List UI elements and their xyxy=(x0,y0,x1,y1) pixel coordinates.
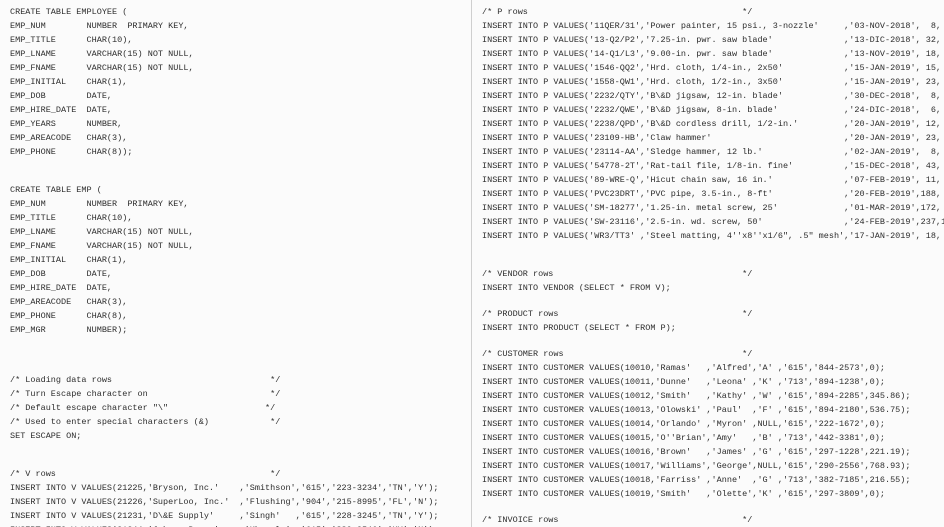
right-line: INSERT INTO P VALUES('SW-23116','2.5-in.… xyxy=(482,216,934,228)
right-column: /* P rows */ INSERT INTO P VALUES('11QER/… xyxy=(472,0,944,527)
right-line: INSERT INTO CUSTOMER VALUES(10015,'O''Br… xyxy=(482,432,934,444)
left-line: EMP_INITIAL CHAR(1), xyxy=(10,254,461,266)
left-line: EMP_NUM NUMBER PRIMARY KEY, xyxy=(10,198,461,210)
left-line: EMP_AREACODE CHAR(3), xyxy=(10,132,461,144)
right-line: INSERT INTO CUSTOMER VALUES(10017,'Willi… xyxy=(482,460,934,472)
right-line: INSERT INTO P VALUES('23114-AA','Sledge … xyxy=(482,146,934,158)
left-line xyxy=(10,172,461,184)
right-line: INSERT INTO PRODUCT (SELECT * FROM P); xyxy=(482,322,934,334)
left-line: /* Turn Escape character on */ xyxy=(10,388,461,400)
right-line: /* INVOICE rows */ xyxy=(482,514,934,526)
right-line: INSERT INTO CUSTOMER VALUES(10011,'Dunne… xyxy=(482,376,934,388)
right-line: INSERT INTO CUSTOMER VALUES(10013,'Olows… xyxy=(482,404,934,416)
right-line: INSERT INTO P VALUES('2232/QTY','B\&D ji… xyxy=(482,90,934,102)
left-line: EMP_LNAME VARCHAR(15) NOT NULL, xyxy=(10,48,461,60)
left-line: EMP_PHONE CHAR(8), xyxy=(10,310,461,322)
right-line: INSERT INTO CUSTOMER VALUES(10010,'Ramas… xyxy=(482,362,934,374)
right-line: INSERT INTO VENDOR (SELECT * FROM V); xyxy=(482,282,934,294)
left-line: EMP_AREACODE CHAR(3), xyxy=(10,296,461,308)
right-line: /* PRODUCT rows */ xyxy=(482,308,934,320)
left-line: SET ESCAPE ON; xyxy=(10,430,461,442)
right-line: INSERT INTO P VALUES('11QER/31','Power p… xyxy=(482,20,934,32)
right-line: INSERT INTO P VALUES('54778-2T','Rat-tai… xyxy=(482,160,934,172)
left-line: CREATE TABLE EMPLOYEE ( xyxy=(10,6,461,18)
left-line xyxy=(10,160,461,172)
right-line xyxy=(482,244,934,256)
right-line: INSERT INTO P VALUES('WR3/TT3' ,'Steel m… xyxy=(482,230,934,242)
right-line: INSERT INTO P VALUES('23109-HB','Claw ha… xyxy=(482,132,934,144)
left-line: EMP_TITLE CHAR(10), xyxy=(10,34,461,46)
left-line: /* V rows */ xyxy=(10,468,461,480)
left-line: /* Used to enter special characters (&) … xyxy=(10,416,461,428)
right-line: INSERT INTO P VALUES('2232/QWE','B\&D ji… xyxy=(482,104,934,116)
left-line: /* Default escape character "\" */ xyxy=(10,402,461,414)
left-line: EMP_LNAME VARCHAR(15) NOT NULL, xyxy=(10,226,461,238)
left-line: EMP_MGR NUMBER); xyxy=(10,324,461,336)
left-line: EMP_INITIAL CHAR(1), xyxy=(10,76,461,88)
left-line: /* Loading data rows */ xyxy=(10,374,461,386)
right-line xyxy=(482,296,934,308)
left-line: EMP_YEARS NUMBER, xyxy=(10,118,461,130)
right-line: INSERT INTO P VALUES('1546-QQ2','Hrd. cl… xyxy=(482,62,934,74)
left-line: EMP_FNAME VARCHAR(15) NOT NULL, xyxy=(10,240,461,252)
left-line xyxy=(10,362,461,374)
left-line xyxy=(10,338,461,350)
left-line: EMP_FNAME VARCHAR(15) NOT NULL, xyxy=(10,62,461,74)
right-line: /* P rows */ xyxy=(482,6,934,18)
two-column-document: CREATE TABLE EMPLOYEE ( EMP_NUM NUMBER PR… xyxy=(0,0,944,527)
right-line: INSERT INTO P VALUES('SM-18277','1.25-in… xyxy=(482,202,934,214)
right-line xyxy=(482,256,934,268)
left-line: INSERT INTO V VALUES(21226,'SuperLoo, In… xyxy=(10,496,461,508)
right-line: /* CUSTOMER rows */ xyxy=(482,348,934,360)
left-line: CREATE TABLE EMP ( xyxy=(10,184,461,196)
right-line: INSERT INTO P VALUES('1558-QW1','Hrd. cl… xyxy=(482,76,934,88)
left-line: EMP_HIRE_DATE DATE, xyxy=(10,282,461,294)
right-line: INSERT INTO P VALUES('2238/QPD','B\&D co… xyxy=(482,118,934,130)
left-line: EMP_TITLE CHAR(10), xyxy=(10,212,461,224)
left-line: EMP_HIRE_DATE DATE, xyxy=(10,104,461,116)
right-line: INSERT INTO CUSTOMER VALUES(10012,'Smith… xyxy=(482,390,934,402)
right-line: INSERT INTO CUSTOMER VALUES(10018,'Farri… xyxy=(482,474,934,486)
right-line: INSERT INTO CUSTOMER VALUES(10014,'Orlan… xyxy=(482,418,934,430)
left-line xyxy=(10,350,461,362)
right-line xyxy=(482,336,934,348)
right-line: INSERT INTO P VALUES('13-Q2/P2','7.25-in… xyxy=(482,34,934,46)
right-line: INSERT INTO CUSTOMER VALUES(10019,'Smith… xyxy=(482,488,934,500)
left-line: EMP_DOB DATE, xyxy=(10,268,461,280)
left-column: CREATE TABLE EMPLOYEE ( EMP_NUM NUMBER PR… xyxy=(0,0,472,527)
left-line xyxy=(10,444,461,456)
right-line: INSERT INTO CUSTOMER VALUES(10016,'Brown… xyxy=(482,446,934,458)
left-line xyxy=(10,456,461,468)
left-line: EMP_NUM NUMBER PRIMARY KEY, xyxy=(10,20,461,32)
left-line: EMP_PHONE CHAR(8)); xyxy=(10,146,461,158)
right-line xyxy=(482,502,934,514)
right-line: INSERT INTO P VALUES('PVC23DRT','PVC pip… xyxy=(482,188,934,200)
left-line: INSERT INTO V VALUES(21231,'D\&E Supply'… xyxy=(10,510,461,522)
left-line: EMP_DOB DATE, xyxy=(10,90,461,102)
right-line: /* VENDOR rows */ xyxy=(482,268,934,280)
right-line: INSERT INTO P VALUES('14-Q1/L3','9.00-in… xyxy=(482,48,934,60)
left-line: INSERT INTO V VALUES(21225,'Bryson, Inc.… xyxy=(10,482,461,494)
right-line: INSERT INTO P VALUES('89-WRE-Q','Hicut c… xyxy=(482,174,934,186)
